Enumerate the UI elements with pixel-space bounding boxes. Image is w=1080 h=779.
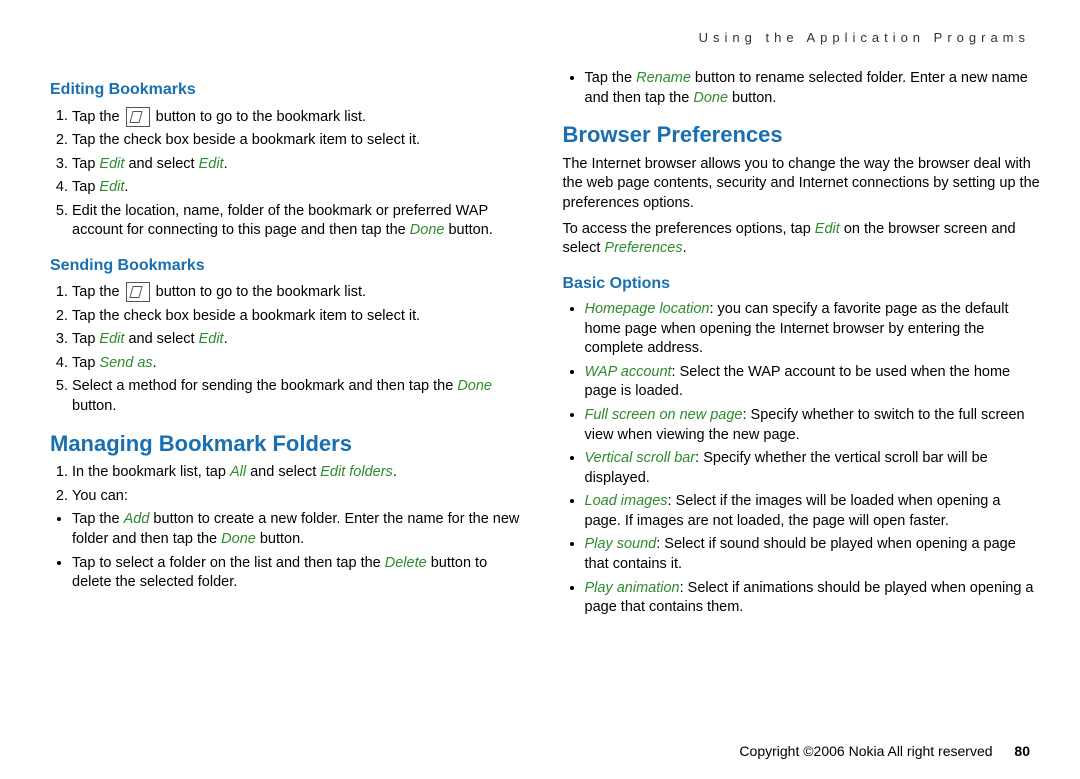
list-item: Tap the check box beside a bookmark item… <box>72 307 528 327</box>
bookmark-icon <box>126 107 150 127</box>
list-item: Full screen on new page: Specify whether… <box>585 406 1041 445</box>
list-item: Play animation: Select if animations sho… <box>585 579 1041 618</box>
rename-bullet: Tap the Rename button to rename selected… <box>563 69 1041 108</box>
page-footer: Copyright ©2006 Nokia All right reserved… <box>739 743 1030 759</box>
list-item: Vertical scroll bar: Specify whether the… <box>585 449 1041 488</box>
list-item: Edit the location, name, folder of the b… <box>72 202 528 241</box>
page-number: 80 <box>1014 743 1030 759</box>
heading-editing-bookmarks: Editing Bookmarks <box>50 79 528 101</box>
heading-browser-preferences: Browser Preferences <box>563 120 1041 150</box>
list-item: You can: <box>72 487 528 507</box>
pref-paragraph-1: The Internet browser allows you to chang… <box>563 155 1041 214</box>
list-item: Play sound: Select if sound should be pl… <box>585 535 1041 574</box>
list-item: Tap Send as. <box>72 354 528 374</box>
basic-options-list: Homepage location: you can specify a fav… <box>563 300 1041 617</box>
list-item: WAP account: Select the WAP account to b… <box>585 363 1041 402</box>
content-columns: Editing Bookmarks Tap the button to go t… <box>50 65 1040 622</box>
list-item: Tap the button to go to the bookmark lis… <box>72 282 528 302</box>
list-item: Tap the Add button to create a new folde… <box>72 510 528 549</box>
manage-steps: In the bookmark list, tap All and select… <box>50 463 528 506</box>
document-page: Using the Application Programs Editing B… <box>0 0 1080 779</box>
copyright-text: Copyright ©2006 Nokia All right reserved <box>739 743 992 759</box>
list-item: Tap to select a folder on the list and t… <box>72 554 528 593</box>
list-item: Load images: Select if the images will b… <box>585 492 1041 531</box>
page-header: Using the Application Programs <box>50 30 1040 45</box>
sending-steps: Tap the button to go to the bookmark lis… <box>50 282 528 416</box>
heading-sending-bookmarks: Sending Bookmarks <box>50 255 528 277</box>
heading-managing-folders: Managing Bookmark Folders <box>50 429 528 459</box>
bookmark-icon <box>126 282 150 302</box>
left-column: Editing Bookmarks Tap the button to go t… <box>50 65 528 622</box>
list-item: In the bookmark list, tap All and select… <box>72 463 528 483</box>
pref-paragraph-2: To access the preferences options, tap E… <box>563 220 1041 259</box>
list-item: Tap the check box beside a bookmark item… <box>72 131 528 151</box>
heading-basic-options: Basic Options <box>563 273 1041 295</box>
list-item: Tap the Rename button to rename selected… <box>585 69 1041 108</box>
list-item: Tap Edit and select Edit. <box>72 155 528 175</box>
editing-steps: Tap the button to go to the bookmark lis… <box>50 107 528 241</box>
list-item: Select a method for sending the bookmark… <box>72 377 528 416</box>
list-item: Tap Edit. <box>72 178 528 198</box>
list-item: Tap the button to go to the bookmark lis… <box>72 107 528 127</box>
right-column: Tap the Rename button to rename selected… <box>563 65 1041 622</box>
list-item: Homepage location: you can specify a fav… <box>585 300 1041 359</box>
manage-bullets: Tap the Add button to create a new folde… <box>50 510 528 592</box>
list-item: Tap Edit and select Edit. <box>72 330 528 350</box>
